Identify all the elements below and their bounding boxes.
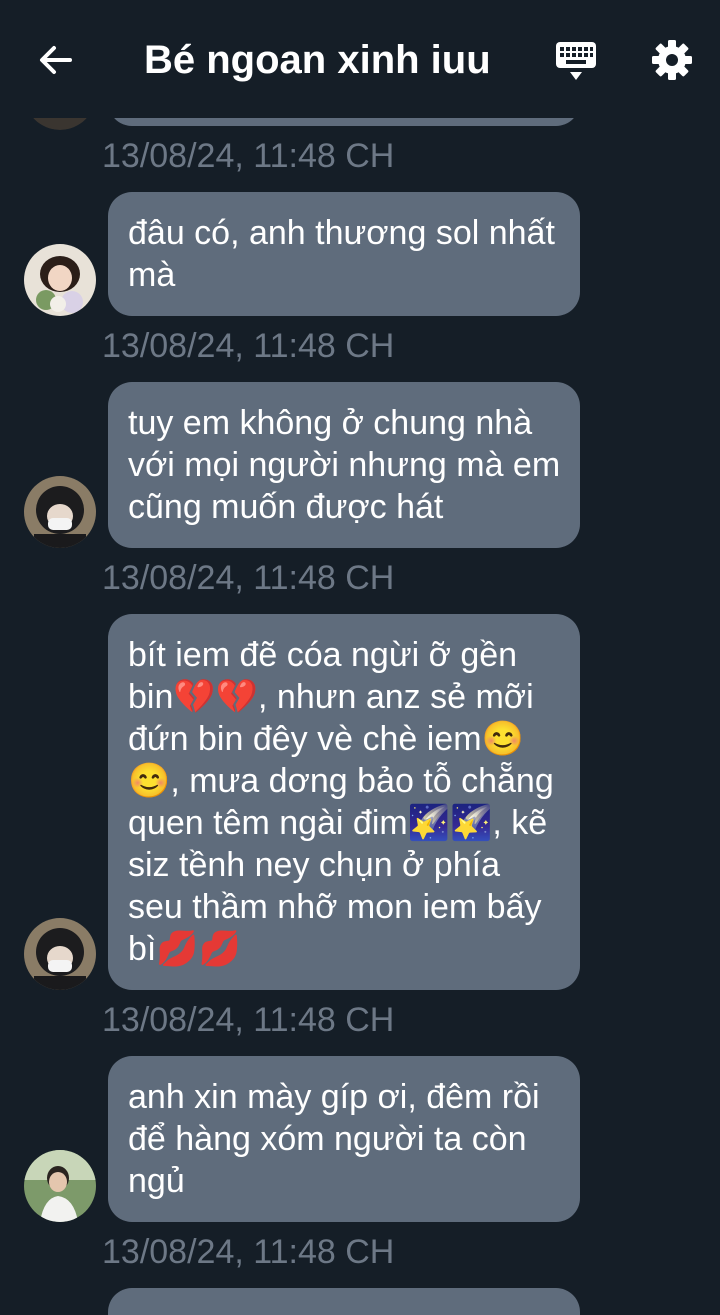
message-text: anh xin mày gíp ơi, đêm rồi để hàng xóm … [128,1078,540,1200]
message-bubble[interactable]: bít iem đẽ cóa ngừi ỡ gền bin💔💔, nhưn an… [108,614,580,990]
message-timestamp: 13/08/24, 11:48 CH [102,559,395,597]
avatar[interactable] [24,476,96,548]
arrow-left-icon [40,46,72,74]
message-timestamp: 13/08/24, 11:48 CH [102,1001,395,1039]
settings-button[interactable] [650,38,694,82]
gear-icon [652,40,692,80]
keyboard-icon [556,42,596,80]
app-header: Bé ngoan xinh iuu [0,0,720,118]
avatar[interactable] [24,244,96,316]
avatar[interactable] [24,918,96,990]
message-timestamp: 13/08/24, 11:48 CH [102,137,395,175]
avatar[interactable] [24,1150,96,1222]
message-text: bít iem đẽ cóa ngừi ỡ gền bin💔💔, nhưn an… [128,636,554,968]
back-button[interactable] [34,38,78,82]
message-text: tuy em không ở chung nhà với mọi người n… [128,404,561,526]
message-timestamp: 13/08/24, 11:48 CH [102,327,395,365]
message-timestamp: 13/08/24, 11:48 CH [102,1233,395,1271]
message-bubble[interactable]: anh xin mày gíp ơi, đêm rồi để hàng xóm … [108,1056,580,1222]
message-text: đâu có, anh thương sol nhất mà [128,214,555,294]
keyboard-button[interactable] [554,40,598,82]
message-bubble[interactable]: tuy em không ở chung nhà với mọi người n… [108,382,580,548]
message-bubble-partial-bottom[interactable] [108,1288,580,1315]
message-bubble[interactable]: đâu có, anh thương sol nhất mà [108,192,580,316]
message-list[interactable]: 13/08/24, 11:48 CH đâu có, anh thương so… [0,0,720,1315]
page-title: Bé ngoan xinh iuu [144,38,491,82]
